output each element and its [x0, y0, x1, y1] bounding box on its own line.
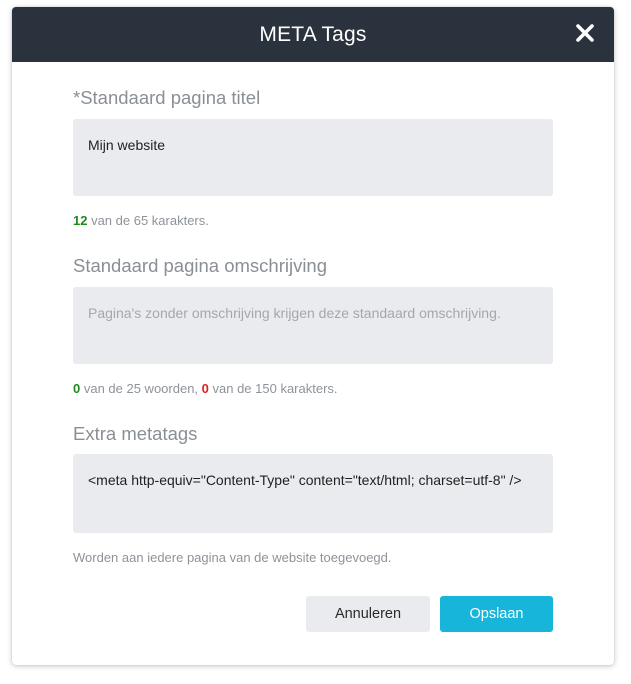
title-char-count: 12 [73, 213, 88, 228]
close-icon [576, 24, 594, 42]
page-description-label: Standaard pagina omschrijving [73, 255, 328, 276]
extra-metatags-input[interactable]: <meta http-equiv="Content-Type" content=… [73, 454, 553, 533]
page-description-counter: 0 van de 25 woorden, 0 van de 150 karakt… [73, 381, 338, 396]
page-description-input[interactable]: Pagina's zonder omschrijving krijgen dez… [73, 287, 553, 364]
dialog-title: META Tags [259, 23, 367, 46]
page-title-label: *Standaard pagina titel [73, 87, 261, 108]
page-title-counter: 12 van de 65 karakters. [73, 213, 209, 228]
description-words-text: van de 25 woorden, [80, 381, 202, 396]
dialog-header: META Tags [12, 7, 614, 62]
description-chars-text: van de 150 karakters. [208, 381, 338, 396]
description-char-count: 0 [201, 381, 209, 396]
title-counter-text: van de 65 karakters. [87, 213, 209, 228]
meta-tags-dialog: META Tags *Standaard pagina titel Mijn w… [12, 7, 614, 665]
extra-metatags-label: Extra metatags [73, 423, 198, 444]
cancel-button[interactable]: Annuleren [306, 596, 430, 632]
page-title-input[interactable]: Mijn website [73, 119, 553, 196]
extra-metatags-help: Worden aan iedere pagina van de website … [73, 550, 392, 565]
save-button[interactable]: Opslaan [440, 596, 553, 632]
close-button[interactable] [574, 22, 596, 44]
